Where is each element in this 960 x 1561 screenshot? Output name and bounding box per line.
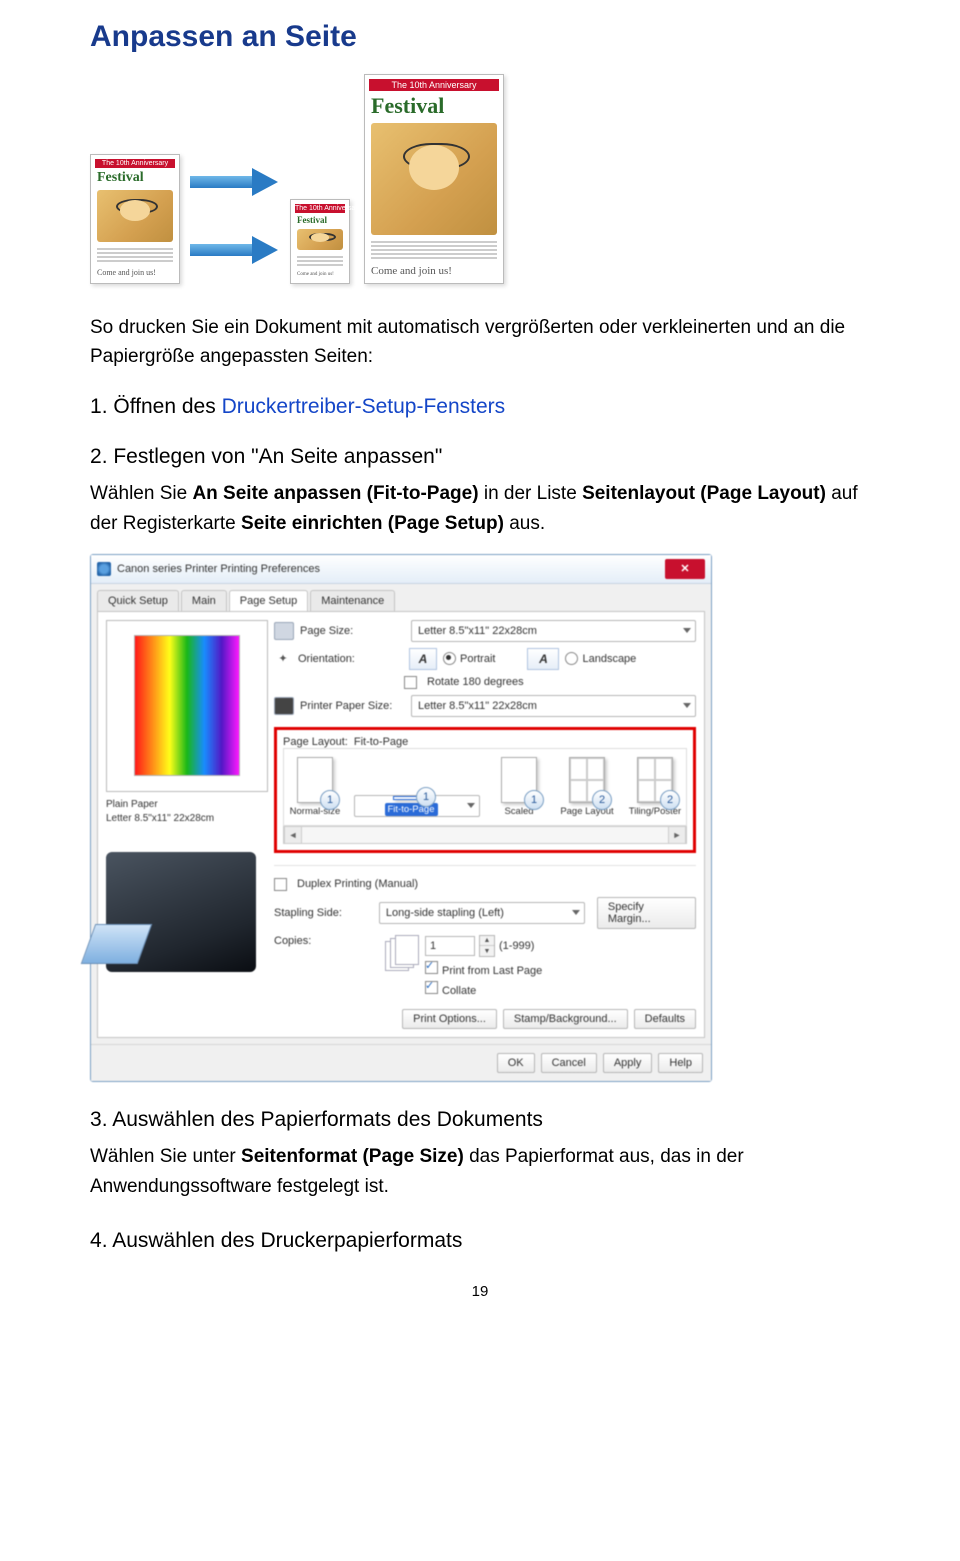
stapling-label: Stapling Side:: [274, 907, 373, 919]
page-title: Anpassen an Seite: [90, 20, 870, 54]
tab-quick-setup[interactable]: Quick Setup: [97, 590, 179, 611]
tab-maintenance[interactable]: Maintenance: [310, 590, 395, 611]
page-size-label: Page Size:: [300, 625, 405, 637]
layout-tiling[interactable]: 2Tiling/Poster: [626, 757, 684, 817]
rotate-label: Rotate 180 degrees: [427, 676, 524, 688]
thumb-large: The 10th Anniversary Festival Come and j…: [364, 74, 504, 284]
dialog-titlebar: Canon series Printer Printing Preference…: [91, 555, 711, 584]
duplex-label: Duplex Printing (Manual): [297, 878, 418, 890]
dialog-tabs: Quick Setup Main Page Setup Maintenance: [91, 584, 711, 611]
orientation-label: Orientation:: [298, 653, 403, 665]
step-3-body: Wählen Sie unter Seitenformat (Page Size…: [90, 1142, 870, 1203]
close-button[interactable]: ✕: [665, 559, 705, 579]
step-3-heading: Auswählen des Papierformats des Dokument…: [90, 1108, 870, 1132]
page-size-select[interactable]: Letter 8.5"x11" 22x28cm: [411, 620, 696, 642]
tab-main[interactable]: Main: [181, 590, 227, 611]
tab-page-setup[interactable]: Page Setup: [229, 590, 309, 611]
thumb-small: The 10th Anniversary Festival Come and j…: [290, 199, 350, 284]
dialog-title-text: Canon series Printer Printing Preference…: [117, 563, 320, 575]
cancel-button[interactable]: Cancel: [541, 1053, 597, 1073]
print-preferences-dialog: Canon series Printer Printing Preference…: [90, 554, 712, 1082]
specify-margin-button[interactable]: Specify Margin...: [597, 897, 696, 929]
printer-paper-label: Printer Paper Size:: [300, 700, 405, 712]
defaults-button[interactable]: Defaults: [634, 1009, 696, 1029]
page-layout-highlight: Page Layout: Fit-to-Page 1Normal-size 1F…: [274, 727, 696, 853]
duplex-checkbox[interactable]: [274, 878, 287, 891]
page-layout-label: Page Layout:: [283, 736, 348, 748]
printer-icon: [97, 562, 111, 576]
printer-small-icon: [274, 697, 294, 715]
layout-page-layout[interactable]: 2Page Layout: [558, 757, 616, 817]
step-2-heading: Festlegen von "An Seite anpassen": [90, 445, 870, 469]
printer-image: [106, 852, 256, 972]
copies-icon: [385, 935, 419, 973]
printer-paper-select[interactable]: Letter 8.5"x11" 22x28cm: [411, 695, 696, 717]
layout-scrollbar[interactable]: ◄►: [283, 826, 687, 844]
portrait-radio[interactable]: Portrait: [443, 652, 495, 665]
ok-button[interactable]: OK: [497, 1053, 535, 1073]
thumb-source: The 10th Anniversary Festival Come and j…: [90, 154, 180, 284]
page-layout-list[interactable]: 1Normal-size 1Fit-to-Page 1Scaled 2Page …: [283, 748, 687, 826]
page-layout-value: Fit-to-Page: [354, 736, 408, 748]
copies-spinner[interactable]: ▲▼: [479, 935, 495, 957]
portrait-icon: A: [409, 648, 437, 670]
copies-input[interactable]: 1: [425, 936, 475, 956]
page-number: 19: [90, 1283, 870, 1300]
landscape-radio[interactable]: Landscape: [565, 652, 636, 665]
stapling-select[interactable]: Long-side stapling (Left): [379, 902, 585, 924]
apply-button[interactable]: Apply: [603, 1053, 653, 1073]
layout-scaled[interactable]: 1Scaled: [490, 757, 548, 817]
arrows: [190, 168, 280, 274]
orientation-icon: ✦: [274, 651, 292, 667]
layout-fit-to-page[interactable]: 1Fit-to-Page: [354, 795, 480, 817]
step-1-heading: Öffnen des Druckertreiber-Setup-Fensters: [90, 395, 870, 419]
copies-range: (1-999): [499, 940, 534, 952]
rotate-checkbox[interactable]: [404, 676, 417, 689]
print-last-checkbox[interactable]: [425, 961, 438, 974]
landscape-icon: A: [527, 648, 559, 670]
stamp-background-button[interactable]: Stamp/Background...: [503, 1009, 628, 1029]
preview-info: Plain Paper Letter 8.5"x11" 22x28cm: [106, 798, 266, 826]
page-preview: [106, 620, 268, 792]
print-options-button[interactable]: Print Options...: [402, 1009, 497, 1029]
fit-to-page-illustration: The 10th Anniversary Festival Come and j…: [90, 74, 870, 284]
collate-checkbox[interactable]: [425, 981, 438, 994]
help-button[interactable]: Help: [658, 1053, 703, 1073]
monitor-icon: [274, 622, 294, 640]
intro-paragraph: So drucken Sie ein Dokument mit automati…: [90, 314, 870, 371]
copies-label: Copies:: [274, 935, 379, 947]
step-2-body: Wählen Sie An Seite anpassen (Fit-to-Pag…: [90, 479, 870, 540]
step-4-heading: Auswählen des Druckerpapierformats: [90, 1229, 870, 1253]
layout-normal[interactable]: 1Normal-size: [286, 757, 344, 817]
driver-setup-link[interactable]: Druckertreiber-Setup-Fensters: [222, 395, 506, 418]
